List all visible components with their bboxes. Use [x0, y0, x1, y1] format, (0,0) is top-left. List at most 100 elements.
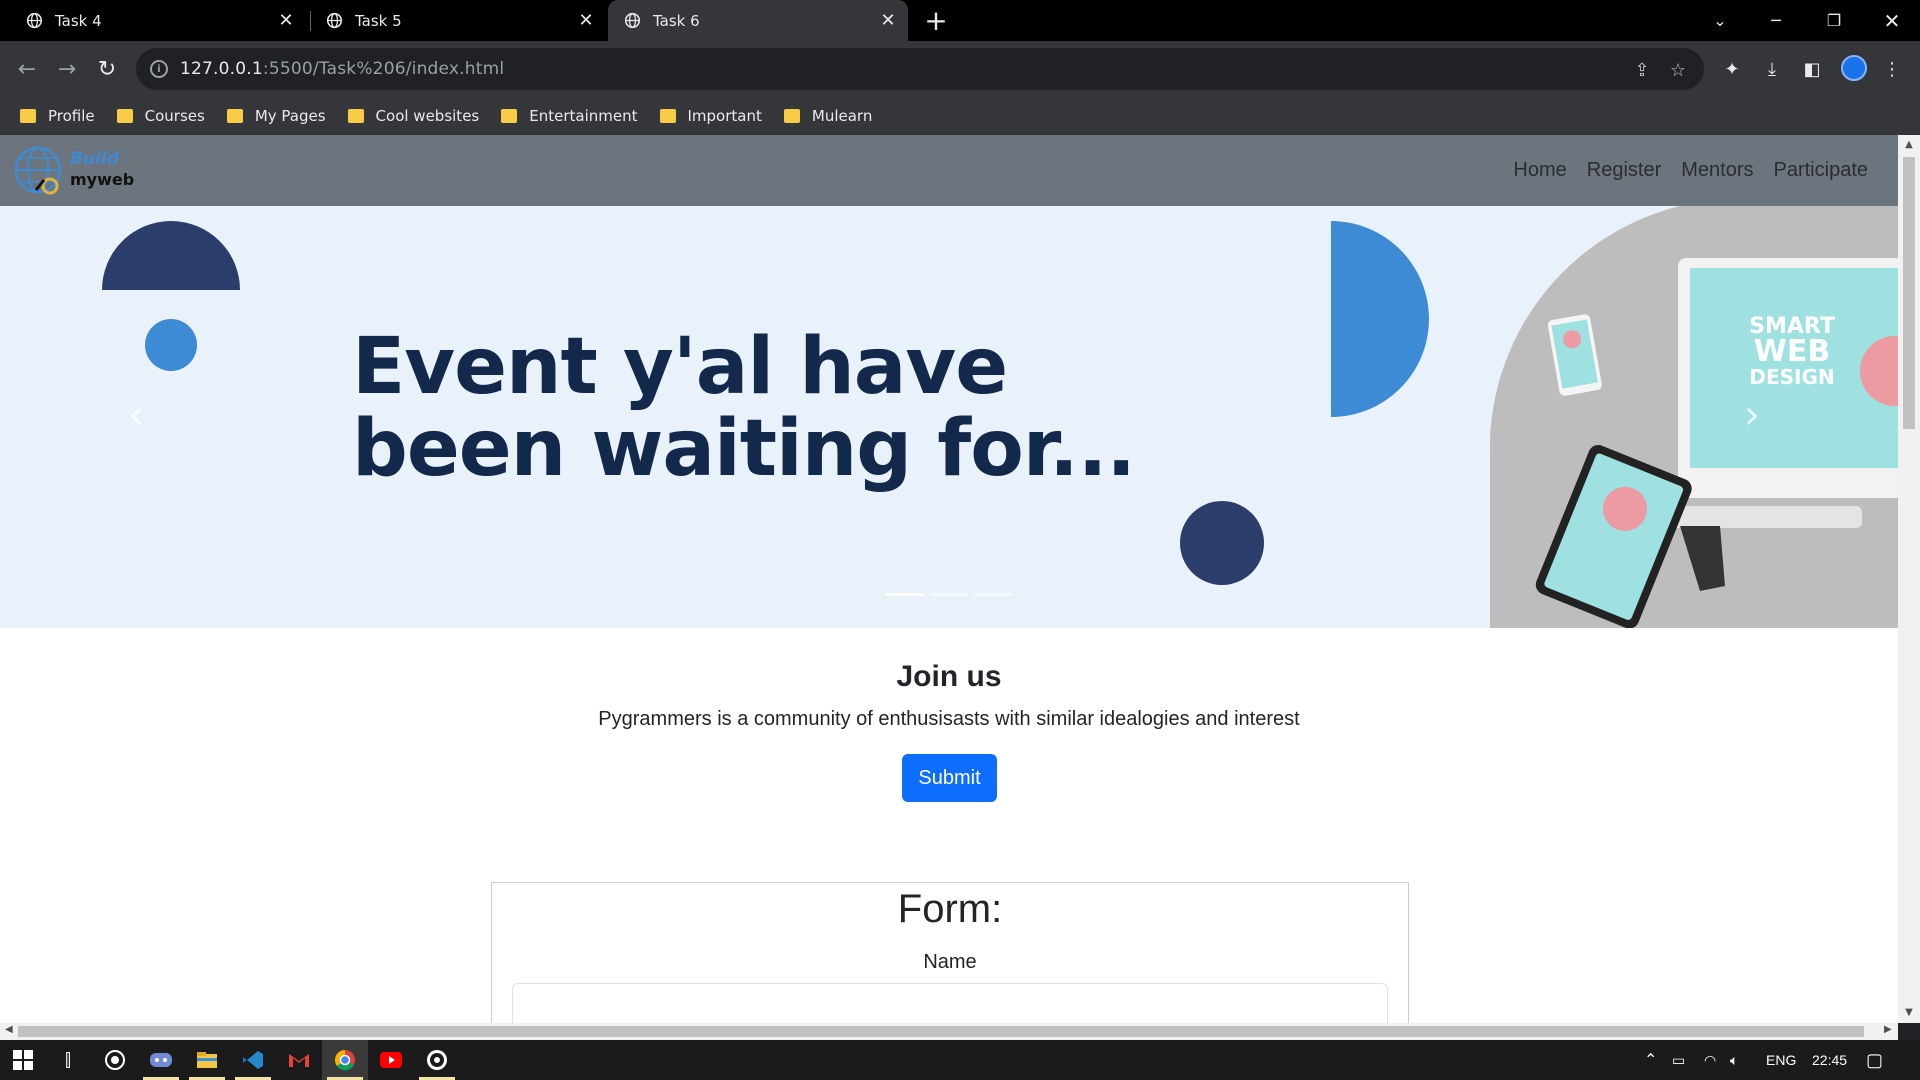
address-bar[interactable]: i 127.0.0.1:5500/Task%206/index.html ⇪ ☆: [136, 48, 1704, 90]
horizontal-scrollbar[interactable]: ◀ ▶: [0, 1023, 1898, 1040]
horizontal-scroll-thumb[interactable]: [18, 1026, 1864, 1037]
battery-icon[interactable]: ▭: [1672, 1040, 1685, 1080]
bookmark-mulearn[interactable]: Mulearn: [783, 107, 873, 125]
close-tab-icon[interactable]: ✕: [572, 10, 600, 31]
carousel-indicator-2[interactable]: [930, 593, 968, 596]
carousel-indicator-1[interactable]: [886, 593, 924, 596]
vertical-scrollbar[interactable]: ▲ ▼: [1898, 135, 1920, 1023]
browser-toolbar: ← → ↻ i 127.0.0.1:5500/Task%206/index.ht…: [0, 41, 1920, 97]
nav-participate[interactable]: Participate: [1774, 159, 1869, 182]
bookmark-label: Important: [687, 107, 762, 125]
back-button[interactable]: ←: [11, 53, 43, 85]
obs-icon[interactable]: [92, 1040, 138, 1080]
carousel-prev-button[interactable]: ‹: [128, 392, 144, 438]
bookmark-label: Mulearn: [811, 107, 873, 125]
scroll-left-arrow[interactable]: ◀: [5, 1024, 13, 1035]
tab-search-icon[interactable]: ⌄: [1692, 0, 1748, 41]
tab-title: Task 6: [653, 11, 700, 30]
bookmark-label: My Pages: [254, 107, 326, 125]
bookmark-profile[interactable]: Profile: [20, 107, 95, 125]
menu-icon[interactable]: ⋮: [1876, 53, 1908, 85]
bookmark-label: Courses: [144, 107, 205, 125]
site-info-icon[interactable]: i: [150, 60, 168, 78]
blue-half-circle: [1331, 221, 1429, 417]
language-indicator[interactable]: ENG: [1766, 1040, 1796, 1080]
minimize-button[interactable]: ─: [1748, 0, 1804, 41]
bookmark-my-pages[interactable]: My Pages: [226, 107, 326, 125]
navy-half-circle: [102, 221, 240, 290]
youtube-icon[interactable]: [368, 1040, 414, 1080]
hero-carousel: SMART WEB DESIGN Event y'al have been wa…: [0, 206, 1898, 628]
globe-icon: [624, 12, 641, 29]
nav-mentors[interactable]: Mentors: [1681, 159, 1753, 182]
clock[interactable]: 22:45: [1812, 1040, 1847, 1080]
extensions-icon[interactable]: ✦: [1716, 53, 1748, 85]
submit-button[interactable]: Submit: [902, 754, 997, 802]
web-text: WEB: [1753, 334, 1831, 369]
share-icon[interactable]: ⇪: [1630, 58, 1654, 82]
task-view-icon[interactable]: ⫿: [45, 1040, 91, 1080]
profile-avatar[interactable]: [1841, 55, 1867, 81]
bookmark-label: Cool websites: [375, 107, 480, 125]
tab-task-4[interactable]: Task 4 ✕: [0, 0, 306, 41]
bookmark-star-icon[interactable]: ☆: [1666, 58, 1690, 82]
bookmark-courses[interactable]: Courses: [116, 107, 205, 125]
folder-icon: [226, 109, 243, 123]
side-panel-icon[interactable]: ◧: [1796, 53, 1828, 85]
smart-web-design-text: SMART WEB DESIGN: [1722, 316, 1862, 389]
form-title: Form:: [897, 887, 1003, 931]
file-explorer-icon[interactable]: [184, 1040, 230, 1080]
vscode-icon[interactable]: [230, 1040, 276, 1080]
bookmarks-bar: Profile Courses My Pages Cool websites E…: [0, 97, 1920, 135]
gmail-icon[interactable]: [276, 1040, 322, 1080]
folder-icon: [659, 109, 676, 123]
reload-button[interactable]: ↻: [91, 53, 123, 85]
show-hidden-icons-icon[interactable]: ⌃: [1644, 1040, 1657, 1080]
carousel-indicator-3[interactable]: [974, 593, 1012, 596]
name-input[interactable]: [512, 983, 1388, 1023]
tab-task-5[interactable]: Task 5 ✕: [306, 0, 606, 41]
windows-taskbar: ⫿ ⌃ ▭ ◠ 🔈︎ ENG 22:45 ▢: [0, 1040, 1920, 1080]
windows-start-icon[interactable]: [0, 1040, 46, 1080]
whatsapp-icon[interactable]: [414, 1040, 460, 1080]
carousel-next-button[interactable]: ›: [1744, 392, 1760, 438]
download-icon[interactable]: ⤓: [1756, 53, 1788, 85]
nav-register[interactable]: Register: [1587, 159, 1661, 182]
volume-icon[interactable]: 🔈︎: [1730, 1040, 1738, 1080]
url-text: 127.0.0.1:5500/Task%206/index.html: [180, 59, 504, 79]
scroll-up-arrow[interactable]: ▲: [1904, 139, 1914, 150]
vertical-scroll-thumb[interactable]: [1903, 157, 1915, 429]
folder-icon: [20, 109, 36, 123]
scroll-down-arrow[interactable]: ▼: [1904, 1007, 1914, 1018]
restore-button[interactable]: ❐: [1806, 0, 1862, 41]
page-viewport: Build myweb Home Register Mentors Partic…: [0, 135, 1898, 1023]
join-heading: Join us: [896, 660, 1002, 693]
navy-circle: [1180, 501, 1264, 585]
nav-home[interactable]: Home: [1513, 159, 1566, 182]
new-tab-button[interactable]: +: [921, 4, 951, 37]
scroll-right-arrow[interactable]: ▶: [1884, 1024, 1892, 1035]
bookmark-label: Entertainment: [529, 107, 638, 125]
tab-title: Task 4: [55, 11, 102, 30]
bookmark-entertainment[interactable]: Entertainment: [501, 107, 638, 125]
hero-heading: Event y'al have been waiting for...: [352, 322, 1136, 494]
close-tab-icon[interactable]: ✕: [272, 10, 300, 31]
site-logo[interactable]: Build myweb: [14, 144, 134, 198]
chrome-icon[interactable]: [322, 1040, 368, 1080]
registration-form: Form: Name: [491, 882, 1409, 1023]
forward-button[interactable]: →: [51, 53, 83, 85]
name-label: Name: [923, 951, 977, 973]
notifications-icon[interactable]: ▢: [1866, 1040, 1883, 1080]
bookmark-important[interactable]: Important: [659, 107, 762, 125]
logo-text-myweb: myweb: [70, 170, 135, 189]
close-window-button[interactable]: ✕: [1864, 0, 1920, 41]
wifi-icon[interactable]: ◠: [1704, 1040, 1716, 1080]
nav-links: Home Register Mentors Participate: [1493, 135, 1868, 206]
tab-task-6[interactable]: Task 6 ✕: [608, 0, 908, 41]
close-tab-icon[interactable]: ✕: [874, 10, 902, 31]
site-navbar: Build myweb Home Register Mentors Partic…: [0, 135, 1898, 206]
bookmark-cool-websites[interactable]: Cool websites: [347, 107, 480, 125]
folder-icon: [347, 109, 364, 123]
url-host: 127.0.0.1: [180, 59, 263, 79]
discord-icon[interactable]: [138, 1040, 184, 1080]
